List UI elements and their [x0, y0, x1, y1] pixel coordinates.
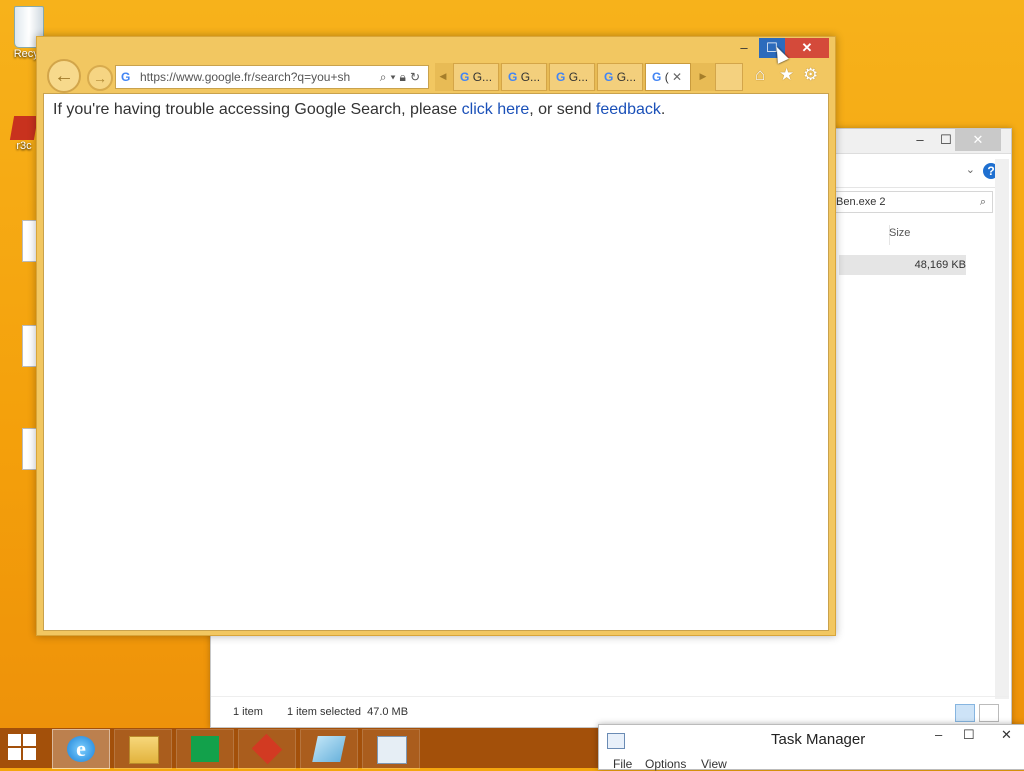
lock-icon[interactable]: 🔒︎: [400, 70, 410, 84]
browser-tab-active[interactable]: G ( ✕: [645, 63, 691, 91]
message-prefix: If you're having trouble accessing Googl…: [53, 101, 462, 118]
search-icon[interactable]: ⌕: [380, 70, 391, 84]
search-icon[interactable]: ⌕: [980, 192, 986, 212]
refresh-icon[interactable]: ↻: [410, 70, 424, 84]
taskbar-monitor[interactable]: [362, 729, 420, 769]
tab-scroll-left-icon[interactable]: ◀: [437, 63, 449, 89]
ie-minimize-button[interactable]: –: [731, 38, 757, 58]
status-selection: 1 item selected 47.0 MB: [287, 706, 409, 718]
windows-logo-icon: [8, 734, 21, 746]
feedback-link[interactable]: feedback: [596, 101, 661, 118]
click-here-link[interactable]: click here: [462, 101, 530, 118]
taskmgr-minimize-button[interactable]: –: [935, 727, 942, 742]
red-app-icon: [251, 733, 283, 765]
address-tools: ⌕▾🔒︎↻: [380, 66, 424, 88]
taskbar-notepad[interactable]: [300, 729, 358, 769]
menu-file[interactable]: File: [613, 757, 632, 771]
taskmgr-maximize-button[interactable]: ☐: [963, 727, 975, 743]
browser-tab[interactable]: G G...: [453, 63, 499, 91]
message-middle: , or send: [529, 101, 596, 118]
explorer-search-input[interactable]: Ben.exe 2 ⌕: [833, 191, 993, 213]
message-suffix: .: [660, 101, 666, 118]
notepad-icon: [312, 736, 346, 762]
windows-logo-icon: [23, 734, 36, 746]
tab-label: (: [664, 70, 669, 84]
home-icon[interactable]: ⌂: [755, 65, 765, 85]
tab-label: G...: [616, 70, 637, 84]
browser-tab[interactable]: G G...: [501, 63, 547, 91]
settings-gear-icon[interactable]: ⚙: [803, 65, 818, 85]
taskmgr-close-button[interactable]: ✕: [1001, 727, 1012, 743]
browser-tab[interactable]: G G...: [549, 63, 595, 91]
explorer-statusbar: 1 item 1 item selected 47.0 MB: [211, 696, 1009, 727]
folder-icon: [129, 736, 159, 764]
search-value: Ben.exe 2: [836, 196, 886, 208]
selected-row-size[interactable]: 48,169 KB: [839, 255, 966, 275]
tab-close-icon[interactable]: ✕: [672, 70, 682, 84]
new-tab-button[interactable]: [715, 63, 743, 91]
favorites-star-icon[interactable]: ★: [779, 65, 794, 85]
chevron-down-icon[interactable]: ⌄: [966, 163, 975, 176]
address-bar[interactable]: G https://www.google.fr/search?q=you+sh …: [115, 65, 429, 89]
start-button[interactable]: [8, 734, 38, 762]
forward-arrow-icon[interactable]: →: [87, 65, 113, 91]
tab-label: G...: [568, 70, 589, 84]
internet-explorer-icon: e: [67, 736, 95, 762]
page-content: If you're having trouble accessing Googl…: [43, 93, 829, 631]
thumbnail-view-icon[interactable]: [979, 704, 999, 722]
address-url[interactable]: https://www.google.fr/search?q=you+sh: [140, 66, 358, 88]
task-manager-title: Task Manager: [771, 731, 866, 748]
store-icon: [191, 736, 219, 762]
back-arrow-icon[interactable]: ←: [47, 59, 81, 93]
task-manager-icon: [607, 733, 625, 749]
task-manager-window: Task Manager – ☐ ✕ File Options View: [598, 724, 1024, 771]
status-item-count: 1 item: [233, 706, 263, 718]
taskbar-red-app[interactable]: [238, 729, 296, 769]
google-favicon-icon: G: [508, 70, 518, 84]
internet-explorer-window: – ☐ ✕ ← → G https://www.google.fr/search…: [36, 36, 836, 636]
tab-strip: ◀ G G... G G... G G... G G... G ( ✕ ▶: [435, 63, 741, 91]
app-icon-graphic: [9, 116, 39, 140]
trouble-message: If you're having trouble accessing Googl…: [53, 101, 665, 119]
google-favicon-icon: G: [460, 70, 470, 84]
tab-label: G...: [472, 70, 493, 84]
google-favicon-icon: G: [652, 70, 662, 84]
ie-close-button[interactable]: ✕: [785, 38, 829, 58]
monitor-icon: [377, 736, 407, 764]
taskbar-file-explorer[interactable]: [114, 729, 172, 769]
browser-tab[interactable]: G G...: [597, 63, 643, 91]
explorer-scrollbar[interactable]: [995, 159, 1009, 699]
taskbar-internet-explorer[interactable]: e: [52, 729, 110, 769]
tab-scroll-right-icon[interactable]: ▶: [697, 63, 709, 89]
windows-logo-icon: [8, 748, 21, 760]
explorer-close-button[interactable]: ✕: [955, 129, 1001, 151]
menu-view[interactable]: View: [701, 757, 727, 771]
windows-logo-icon: [23, 748, 36, 760]
taskbar-store[interactable]: [176, 729, 234, 769]
google-favicon-icon: G: [556, 70, 566, 84]
tab-label: G...: [520, 70, 541, 84]
google-favicon-icon: G: [604, 70, 614, 84]
menu-options[interactable]: Options: [645, 757, 686, 771]
google-favicon-icon: G: [121, 70, 131, 84]
column-header-size[interactable]: Size: [889, 227, 910, 239]
dropdown-icon[interactable]: ▾: [391, 70, 400, 84]
details-view-icon[interactable]: [955, 704, 975, 722]
